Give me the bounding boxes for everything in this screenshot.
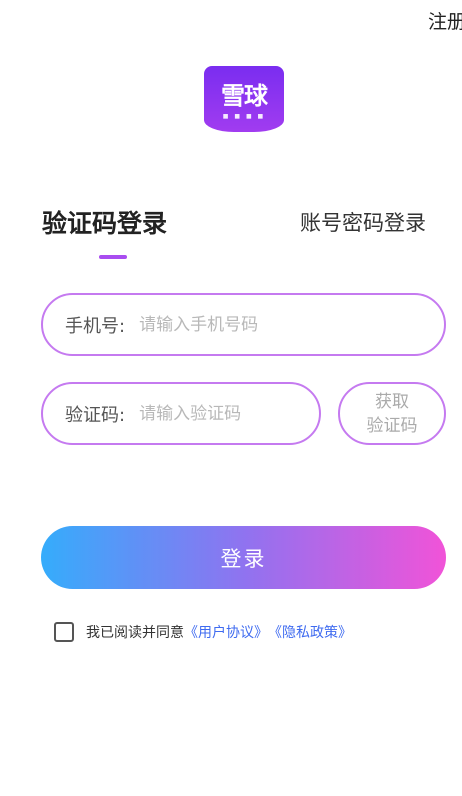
tab-active-indicator — [99, 255, 127, 259]
code-input[interactable] — [139, 403, 280, 424]
phone-label: 手机号: — [65, 315, 126, 337]
agreement-row: 我已阅读并同意 《用户协议》 《隐私政策》 — [54, 622, 352, 642]
logo-text: 雪球 — [221, 80, 268, 110]
login-screen: 注册 雪球 ■ ■ ■ ■ 验证码登录 账号密码登录 手机号: 验证码: 获取 … — [0, 0, 462, 796]
phone-input[interactable] — [139, 314, 380, 335]
phone-field[interactable]: 手机号: — [41, 293, 446, 356]
get-code-button[interactable]: 获取 验证码 — [338, 382, 446, 445]
login-button[interactable]: 登录 — [41, 526, 446, 589]
agreement-checkbox[interactable] — [54, 622, 74, 642]
privacy-policy-link[interactable]: 《隐私政策》 — [268, 622, 352, 642]
tab-sms-login[interactable]: 验证码登录 — [42, 204, 167, 240]
get-code-label-line1: 获取 — [375, 391, 409, 412]
agreement-prefix: 我已阅读并同意 — [86, 625, 184, 641]
logo-subtitle: ■ ■ ■ ■ — [222, 112, 266, 120]
user-agreement-link[interactable]: 《用户协议》 — [184, 622, 268, 642]
code-label: 验证码: — [65, 404, 126, 426]
register-link[interactable]: 注册 — [428, 7, 462, 34]
code-field[interactable]: 验证码: — [41, 382, 321, 445]
app-logo: 雪球 ■ ■ ■ ■ — [204, 66, 284, 132]
get-code-label-line2: 验证码 — [366, 415, 418, 436]
tab-password-login[interactable]: 账号密码登录 — [300, 207, 426, 237]
